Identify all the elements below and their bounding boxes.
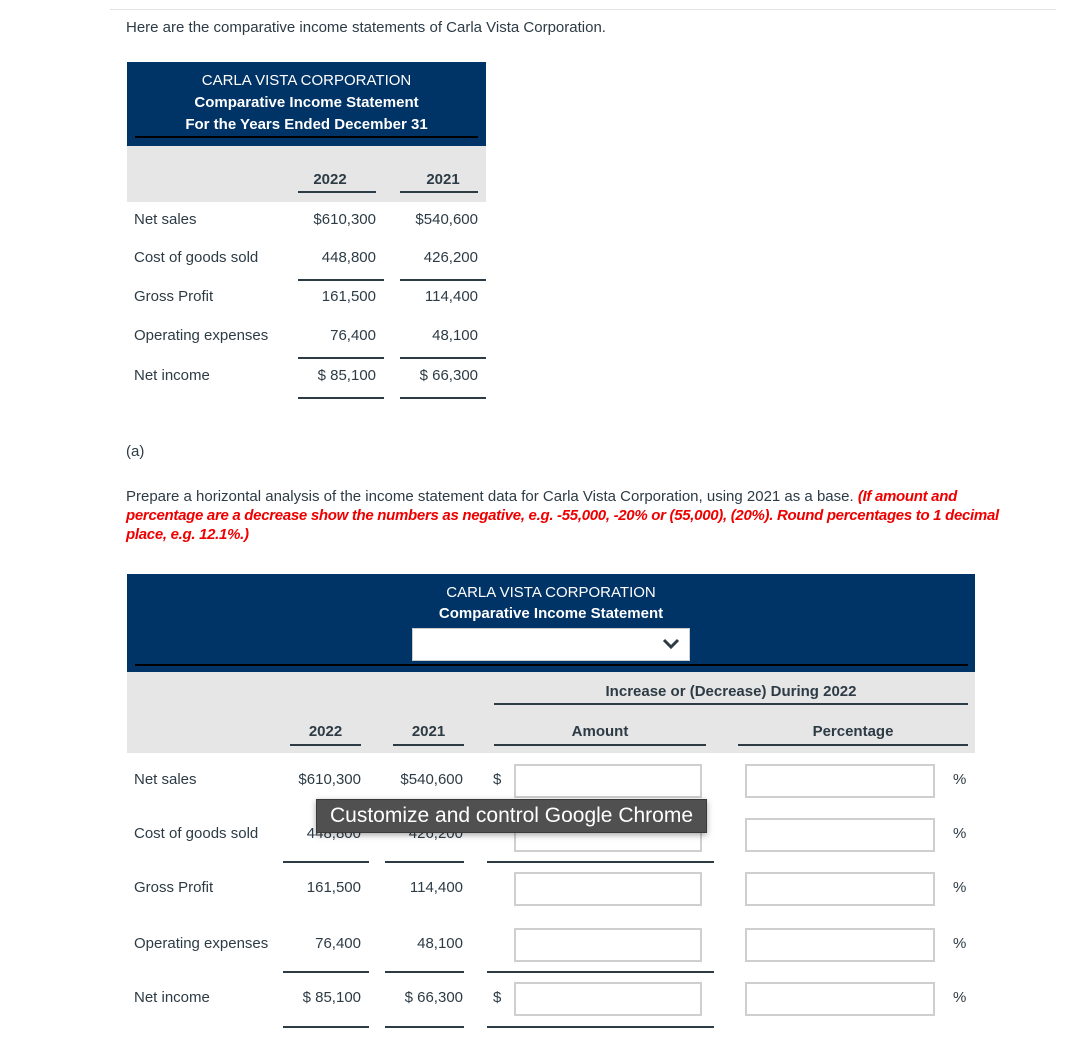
value-2021: 48,100 bbox=[417, 935, 463, 952]
instruction: Prepare a horizontal analysis of the inc… bbox=[126, 487, 1036, 544]
statement-header: CARLA VISTA CORPORATION Comparative Inco… bbox=[127, 62, 486, 146]
instruction-text: Prepare a horizontal analysis of the inc… bbox=[126, 488, 854, 505]
chevron-down-icon bbox=[662, 638, 680, 650]
value-2022: 161,500 bbox=[306, 879, 361, 896]
row-label: Operating expenses bbox=[134, 935, 269, 952]
value-2021: 114,400 bbox=[424, 288, 478, 305]
percentage-input[interactable] bbox=[745, 928, 935, 962]
row-label: Gross Profit bbox=[134, 879, 214, 896]
value-2022: $ 85,100 bbox=[302, 989, 361, 1006]
col-2022: 2022 bbox=[308, 723, 343, 740]
intro-text: Here are the comparative income statemen… bbox=[126, 19, 606, 36]
percentage-input[interactable] bbox=[745, 872, 935, 906]
value-2021: 114,400 bbox=[409, 879, 463, 896]
amount-input[interactable] bbox=[514, 982, 702, 1016]
row-underline bbox=[385, 861, 464, 863]
row-underline bbox=[298, 357, 384, 359]
statement-period: For the Years Ended December 31 bbox=[185, 116, 428, 133]
group-underline bbox=[494, 703, 968, 705]
row-label: Cost of goods sold bbox=[134, 825, 259, 842]
row-underline bbox=[283, 971, 369, 973]
col-2022: 2022 bbox=[313, 171, 347, 188]
col-underline bbox=[290, 744, 361, 746]
value-2021: $540,600 bbox=[415, 211, 478, 228]
value-2021: $ 66,300 bbox=[419, 367, 478, 384]
row-label: Operating expenses bbox=[134, 327, 269, 344]
row-underline bbox=[400, 279, 486, 281]
percent-sign: % bbox=[953, 771, 967, 788]
row-label: Net sales bbox=[134, 211, 197, 228]
col-2021: 2021 bbox=[426, 171, 460, 188]
col-amount: Amount bbox=[571, 723, 629, 740]
row-underline bbox=[487, 971, 714, 973]
divider bbox=[110, 9, 1056, 10]
header-rule bbox=[135, 664, 968, 666]
col-underline bbox=[494, 744, 706, 746]
row-underline bbox=[298, 397, 384, 399]
value-2022: 76,400 bbox=[315, 935, 361, 952]
row-label: Net income bbox=[134, 367, 210, 384]
value-2021: $ 66,300 bbox=[404, 989, 463, 1006]
row-underline bbox=[283, 861, 369, 863]
percent-sign: % bbox=[953, 825, 967, 842]
percentage-input[interactable] bbox=[745, 764, 935, 798]
chrome-tooltip: Customize and control Google Chrome bbox=[316, 799, 708, 833]
percent-sign: % bbox=[953, 935, 967, 952]
analysis-title: Comparative Income Statement bbox=[438, 605, 664, 622]
row-underline bbox=[400, 357, 486, 359]
row-underline bbox=[400, 397, 486, 399]
value-2022: $ 85,100 bbox=[317, 367, 376, 384]
value-2022: 161,500 bbox=[321, 288, 376, 305]
percentage-input[interactable] bbox=[745, 982, 935, 1016]
amount-input[interactable] bbox=[514, 928, 702, 962]
row-underline bbox=[487, 861, 714, 863]
col-underline bbox=[393, 744, 464, 746]
row-label: Net sales bbox=[134, 771, 197, 788]
percent-sign: % bbox=[953, 989, 967, 1006]
row-label: Gross Profit bbox=[134, 288, 214, 305]
value-2021: 48,100 bbox=[432, 327, 478, 344]
row-label: Net income bbox=[134, 989, 210, 1006]
value-2021: 426,200 bbox=[423, 249, 478, 266]
percent-sign: % bbox=[953, 879, 967, 896]
page: Here are the comparative income statemen… bbox=[0, 0, 1082, 1050]
col-underline bbox=[738, 744, 968, 746]
col-underline bbox=[400, 191, 478, 193]
group-header: Increase or (Decrease) During 2022 bbox=[605, 683, 857, 700]
part-label: (a) bbox=[126, 443, 145, 460]
amount-input[interactable] bbox=[514, 764, 702, 798]
header-rule bbox=[135, 136, 478, 138]
col-underline bbox=[298, 191, 376, 193]
statement-title: Comparative Income Statement bbox=[194, 94, 419, 111]
value-2022: 448,800 bbox=[321, 249, 376, 266]
value-2021: $540,600 bbox=[400, 771, 463, 788]
value-2022: $610,300 bbox=[313, 211, 376, 228]
percentage-input[interactable] bbox=[745, 818, 935, 852]
currency-sign: $ bbox=[493, 989, 502, 1006]
row-underline bbox=[385, 971, 464, 973]
col-percentage: Percentage bbox=[812, 723, 894, 740]
row-underline bbox=[487, 1026, 714, 1028]
period-select[interactable] bbox=[412, 628, 690, 661]
row-underline bbox=[385, 1026, 464, 1028]
row-label: Cost of goods sold bbox=[134, 249, 259, 266]
amount-input[interactable] bbox=[514, 872, 702, 906]
analysis-header: CARLA VISTA CORPORATION Comparative Inco… bbox=[127, 574, 975, 672]
value-2022: 76,400 bbox=[330, 327, 376, 344]
row-underline bbox=[298, 279, 384, 281]
company-name: CARLA VISTA CORPORATION bbox=[201, 72, 412, 89]
analysis-company: CARLA VISTA CORPORATION bbox=[446, 584, 656, 601]
col-2021: 2021 bbox=[411, 723, 446, 740]
value-2022: $610,300 bbox=[298, 771, 361, 788]
currency-sign: $ bbox=[493, 771, 502, 788]
row-underline bbox=[283, 1026, 369, 1028]
